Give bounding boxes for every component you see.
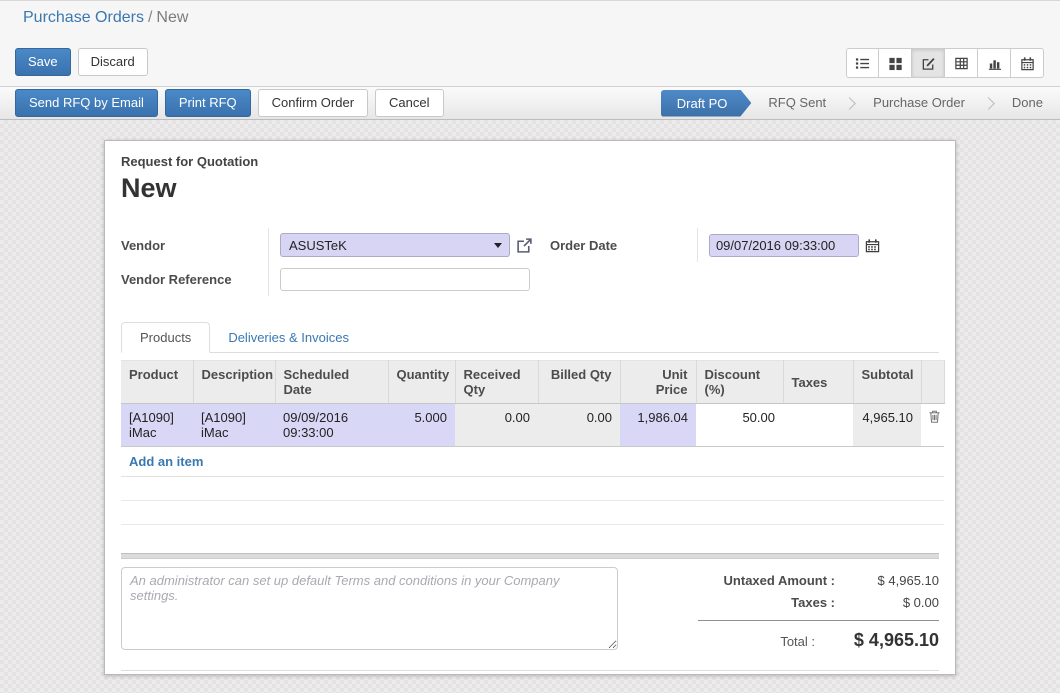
col-subtotal[interactable]: Subtotal bbox=[853, 361, 921, 404]
vendor-label: Vendor bbox=[121, 238, 268, 253]
statusbar: Send RFQ by Email Print RFQ Confirm Orde… bbox=[0, 86, 1060, 120]
vendor-field-row: Vendor ASUSTeK bbox=[121, 228, 550, 262]
form-background: Request for Quotation New Vendor ASUSTeK bbox=[0, 120, 1060, 693]
document-type-label: Request for Quotation bbox=[121, 154, 939, 169]
col-description[interactable]: Description bbox=[193, 361, 275, 404]
form-sheet: Request for Quotation New Vendor ASUSTeK bbox=[104, 140, 956, 675]
terms-and-conditions-textarea[interactable] bbox=[121, 567, 618, 650]
col-unit-price[interactable]: Unit Price bbox=[620, 361, 696, 404]
cell-unit-price[interactable]: 1,986.04 bbox=[620, 404, 696, 447]
calendar-icon[interactable] bbox=[865, 238, 880, 253]
view-switcher bbox=[846, 48, 1044, 78]
untaxed-amount-label: Untaxed Amount : bbox=[698, 573, 849, 588]
cell-delete bbox=[921, 404, 944, 447]
chevron-separator-icon bbox=[843, 97, 856, 110]
page-title: New bbox=[121, 173, 939, 204]
col-product[interactable]: Product bbox=[121, 361, 193, 404]
sheet-footer-divider bbox=[121, 670, 939, 671]
tab-deliveries-invoices[interactable]: Deliveries & Invoices bbox=[210, 323, 367, 352]
total-row: Total : $ 4,965.10 bbox=[698, 630, 939, 651]
empty-row bbox=[121, 477, 944, 501]
order-date-field-row: Order Date bbox=[550, 228, 939, 262]
cell-scheduled-date[interactable]: 09/09/2016 09:33:00 bbox=[275, 404, 388, 447]
col-taxes[interactable]: Taxes bbox=[783, 361, 853, 404]
print-rfq-button[interactable]: Print RFQ bbox=[165, 89, 251, 117]
col-delete bbox=[921, 361, 944, 404]
cell-subtotal: 4,965.10 bbox=[853, 404, 921, 447]
totals-block: Untaxed Amount : $ 4,965.10 Taxes : $ 0.… bbox=[698, 567, 939, 658]
total-label: Total : bbox=[698, 634, 829, 649]
form-icon[interactable] bbox=[912, 48, 945, 78]
external-link-icon[interactable] bbox=[516, 237, 533, 254]
table-row[interactable]: [A1090] iMac [A1090] iMac 09/09/2016 09:… bbox=[121, 404, 944, 447]
add-an-item-link[interactable]: Add an item bbox=[129, 454, 203, 469]
add-item-row: Add an item bbox=[121, 447, 944, 477]
order-date-input[interactable] bbox=[709, 234, 859, 257]
notebook-tabs: Products Deliveries & Invoices bbox=[121, 321, 939, 353]
form-toolbar: Save Discard bbox=[15, 48, 148, 76]
breadcrumb-purchase-orders[interactable]: Purchase Orders bbox=[23, 9, 144, 26]
control-panel: Purchase Orders/New Save Discard bbox=[0, 0, 1060, 86]
col-billed-qty[interactable]: Billed Qty bbox=[538, 361, 620, 404]
col-scheduled-date[interactable]: Scheduled Date bbox=[275, 361, 388, 404]
breadcrumb-current: New bbox=[156, 9, 188, 26]
cancel-button[interactable]: Cancel bbox=[375, 89, 443, 117]
status-step-done[interactable]: Done bbox=[995, 86, 1060, 120]
pivot-icon[interactable] bbox=[945, 48, 978, 78]
taxes-value: $ 0.00 bbox=[849, 595, 939, 610]
statusbar-buttons: Send RFQ by Email Print RFQ Confirm Orde… bbox=[15, 89, 444, 117]
cell-product[interactable]: [A1090] iMac bbox=[121, 404, 193, 447]
status-step-rfq-sent[interactable]: RFQ Sent bbox=[751, 86, 843, 120]
chevron-separator-icon bbox=[982, 97, 995, 110]
status-step-purchase-order[interactable]: Purchase Order bbox=[856, 86, 982, 120]
order-lines-table: Product Description Scheduled Date Quant… bbox=[121, 360, 945, 525]
footer-section: Untaxed Amount : $ 4,965.10 Taxes : $ 0.… bbox=[121, 567, 939, 658]
total-value: $ 4,965.10 bbox=[829, 630, 939, 651]
col-discount[interactable]: Discount (%) bbox=[696, 361, 783, 404]
chevron-down-icon bbox=[494, 243, 502, 248]
kanban-icon[interactable] bbox=[879, 48, 912, 78]
list-icon[interactable] bbox=[846, 48, 879, 78]
cell-discount[interactable]: 50.00 bbox=[696, 404, 783, 447]
cell-taxes[interactable] bbox=[783, 404, 853, 447]
group-separator bbox=[121, 553, 939, 559]
totals-divider bbox=[698, 620, 939, 621]
calendar-icon[interactable] bbox=[1011, 48, 1044, 78]
discard-button[interactable]: Discard bbox=[78, 48, 148, 76]
col-quantity[interactable]: Quantity bbox=[388, 361, 455, 404]
send-rfq-by-email-button[interactable]: Send RFQ by Email bbox=[15, 89, 158, 117]
vendor-reference-input[interactable] bbox=[280, 268, 530, 291]
cell-received-qty: 0.00 bbox=[455, 404, 538, 447]
col-received-qty[interactable]: Received Qty bbox=[455, 361, 538, 404]
taxes-label: Taxes : bbox=[698, 595, 849, 610]
cell-quantity[interactable]: 5.000 bbox=[388, 404, 455, 447]
table-header-row: Product Description Scheduled Date Quant… bbox=[121, 361, 944, 404]
graph-icon[interactable] bbox=[978, 48, 1011, 78]
vendor-reference-field-row: Vendor Reference bbox=[121, 262, 550, 296]
save-button[interactable]: Save bbox=[15, 48, 71, 76]
status-step-draft-po[interactable]: Draft PO bbox=[661, 90, 752, 117]
breadcrumb: Purchase Orders/New bbox=[23, 9, 188, 27]
order-date-label: Order Date bbox=[550, 238, 697, 253]
vendor-reference-label: Vendor Reference bbox=[121, 272, 268, 287]
cell-description[interactable]: [A1090] iMac bbox=[193, 404, 275, 447]
untaxed-amount-row: Untaxed Amount : $ 4,965.10 bbox=[698, 573, 939, 588]
status-pipeline: Draft PO RFQ Sent Purchase Order Done bbox=[661, 87, 1060, 119]
empty-row bbox=[121, 501, 944, 525]
vendor-select[interactable]: ASUSTeK bbox=[280, 233, 510, 257]
vendor-select-value: ASUSTeK bbox=[289, 238, 347, 253]
untaxed-amount-value: $ 4,965.10 bbox=[849, 573, 939, 588]
field-group-left: Vendor ASUSTeK Vendor Reference bbox=[121, 228, 550, 296]
field-groups: Vendor ASUSTeK Vendor Reference bbox=[121, 228, 939, 296]
cell-billed-qty: 0.00 bbox=[538, 404, 620, 447]
tab-products[interactable]: Products bbox=[121, 322, 210, 353]
confirm-order-button[interactable]: Confirm Order bbox=[258, 89, 368, 117]
field-group-right: Order Date bbox=[550, 228, 939, 296]
breadcrumb-separator: / bbox=[144, 9, 156, 26]
taxes-row: Taxes : $ 0.00 bbox=[698, 595, 939, 610]
trash-icon[interactable] bbox=[929, 410, 940, 423]
